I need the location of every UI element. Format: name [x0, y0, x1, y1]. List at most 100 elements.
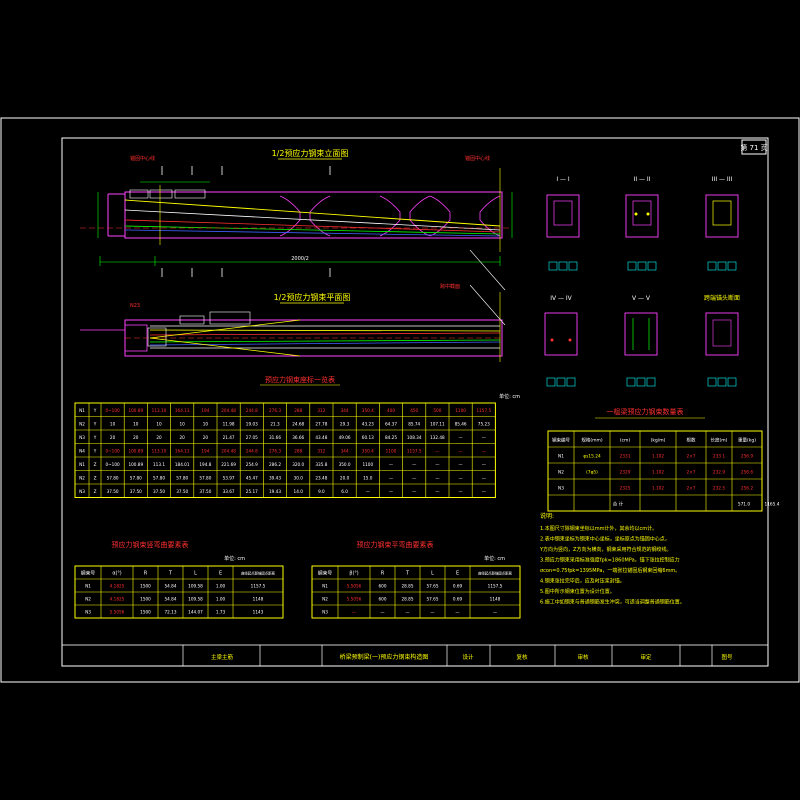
table-main-cell: — [459, 489, 463, 494]
table-steel-total-weight: 1165.4 [764, 501, 779, 507]
table-main-cell: 350.0 [339, 462, 351, 467]
table-steel-header: 根数 [687, 436, 696, 443]
tendon-n3-plan [149, 339, 501, 343]
table-main-cell: 6.0 [341, 489, 348, 494]
table-steel-cell: 2×7 [686, 485, 695, 491]
table-main-cell: — [389, 489, 393, 494]
note-line: 1.本图尺寸除钢束坐标以mm计外，其余均以cm计。 [540, 525, 657, 532]
table-steel: 钢束编号 规格(mm) (cm) (kg/m) 根数 长度(m) 重量(kg) N1 φs15.… [547, 430, 780, 512]
table-horiz-title: 预应力钢束平弯曲要素表 [357, 540, 434, 549]
table-main-cell: 113.10 [152, 448, 167, 453]
title-block-cell: 审核 [577, 653, 589, 661]
table-main-cell: 400 [387, 408, 395, 413]
anchor-right-label: 锚固中心线 [465, 155, 490, 162]
table-horiz-cell: 57.65 [427, 583, 439, 588]
table-main-cell: Z [94, 475, 97, 480]
page-number-label: 第 71 页 [740, 143, 767, 152]
table-main-cell: Z [94, 462, 97, 467]
elevation-title: 1/2预应力钢束立面图 [272, 148, 349, 158]
table-main-cell: 84.25 [385, 435, 397, 440]
table-steel-header: 重量(kg) [738, 436, 756, 443]
table-main-cell: 29.3 [340, 421, 350, 426]
table-horiz-header: 钢束号 [318, 569, 333, 576]
table-horiz-cell: 600 [379, 596, 387, 601]
table-main-cell: 100.89 [128, 408, 143, 413]
table-main-cell: Z [94, 489, 97, 494]
table-horiz-cell: 5.5056 [347, 583, 362, 588]
table-horiz-cell: N3 [322, 609, 328, 614]
table-main-cell: — [389, 462, 393, 467]
table-vert-cell: 1.00 [216, 583, 226, 588]
table-steel-cell: 2331 [620, 453, 631, 459]
table-main-cell: 10 [133, 421, 139, 426]
table-steel-cell: 256.9 [741, 453, 754, 459]
table-main-cell: N1 [79, 462, 85, 467]
anchor-left-label: 锚固中心线 [130, 155, 155, 162]
table-vert-cell: N2 [85, 596, 91, 601]
table-main-cell: 11.98 [223, 421, 235, 426]
table-steel-cell: 1.102 [652, 469, 665, 475]
table-main-cell: — [435, 475, 439, 480]
section-label-5: V — V [632, 295, 651, 302]
table-main-cell: 244.8 [246, 448, 258, 453]
table-main-cell: 36.66 [292, 435, 304, 440]
table-main-cell: N2 [79, 475, 85, 480]
table-main-cell: Y [93, 421, 97, 426]
table-main-cell: N3 [79, 435, 85, 440]
table-main-cell: N3 [79, 489, 85, 494]
table-main-cell: 0~100 [106, 448, 121, 453]
table-main-cell: 500 [433, 408, 441, 413]
table-main-cell: 194 [201, 448, 209, 453]
title-block-cell: 复核 [516, 653, 528, 661]
table-main-cell: 113.10 [152, 408, 167, 413]
table-main-cell: 100.89 [128, 462, 143, 467]
table-main-cell: Y [93, 408, 97, 413]
plan-right-label: 跨中截面 [440, 283, 460, 290]
table-vert-unit: 单位: cm [224, 555, 245, 562]
table-main-cell: — [412, 475, 416, 480]
note-line: Y方向为竖向，Z方向为横向，钢束采用符合规范的钢绞线。 [539, 546, 671, 553]
table-horiz-cell: — [493, 609, 497, 614]
table-vert-header: T [168, 570, 172, 576]
table-main-unit: 单位: cm [499, 393, 520, 400]
elevation-view: 2000/2 [80, 166, 513, 291]
table-vert-cell: 1.73 [216, 609, 226, 614]
table-main-cell: 23.48 [315, 475, 327, 480]
table-main-cell: — [459, 448, 463, 453]
table-vert-cell: N1 [85, 583, 91, 588]
table-vert-cell: 4.1825 [110, 583, 125, 588]
table-vert-cell: 109.58 [188, 583, 203, 588]
table-main-cell: 100.89 [128, 448, 143, 453]
table-steel-header: 长度(m) [711, 436, 728, 443]
table-horiz-header: L [431, 570, 434, 576]
table-main-cell: Y [93, 448, 97, 453]
table-main-cell: N2 [79, 421, 85, 426]
table-main-cell: 194.8 [199, 462, 211, 467]
table-main-cell: 49.06 [339, 435, 351, 440]
table-main-cell: 1157.5 [476, 408, 491, 413]
table-horiz-header: T [405, 570, 409, 576]
table-main-cell: N1 [79, 408, 85, 413]
table-steel-cell: 256.6 [741, 469, 754, 475]
table-vert-cell: 1500 [140, 583, 151, 588]
table-main-cell: 244.8 [246, 408, 258, 413]
section-label-6: 跨端锚头断面 [704, 294, 740, 302]
title-block-cell: 桥梁预制梁(一)预应力钢束构造图 [340, 653, 429, 661]
table-horiz-header: β(°) [349, 570, 358, 576]
title-block-cell: 设计 [462, 653, 474, 661]
section-6-outline [705, 312, 739, 356]
table-horiz-cell: — [352, 609, 356, 614]
table-main-cell: 1100 [386, 448, 397, 453]
table-horiz-unit: 单位: cm [484, 555, 505, 562]
table-main-cell: 194 [201, 408, 209, 413]
table-main: N1 Y 0~100 100.89 113.10 164.13 194 204.48 244.8… [74, 402, 496, 498]
table-main-cell: 57.80 [130, 475, 142, 480]
table-main-cell: N4 [79, 448, 85, 453]
table-main-cell: — [482, 489, 486, 494]
section-label-1: I — I [556, 176, 570, 183]
table-vert-cell: 109.58 [188, 596, 203, 601]
table-main-cell: 0~100 [106, 408, 121, 413]
table-steel-cell: 2×7 [686, 453, 695, 459]
table-main-cell: 10 [156, 421, 162, 426]
table-steel-total-length: 571.0 [738, 501, 751, 507]
